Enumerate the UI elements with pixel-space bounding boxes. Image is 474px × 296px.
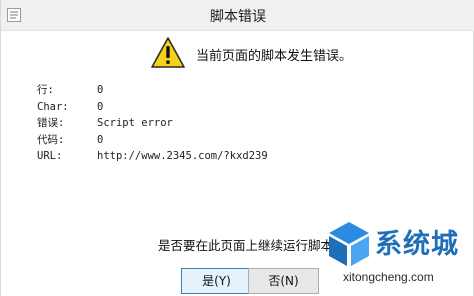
detail-row-url: URL: http://www.2345.com/?kxd239 [37,148,268,165]
detail-row-line: 行: 0 [37,82,268,99]
detail-label: 代码: [37,133,65,146]
warning-icon [151,37,185,68]
title-bar: 脚本错误 [1,0,474,31]
no-button[interactable]: 否(N) [248,268,319,294]
detail-label: URL: [37,150,63,162]
detail-row-char: Char: 0 [37,99,268,116]
detail-value: Script error [97,117,173,129]
dialog-title: 脚本错误 [210,9,266,25]
error-details: 行: 0 Char: 0 错误: Script error 代码: 0 URL: http… [37,82,268,165]
watermark-brand: 系统城 [375,229,459,260]
detail-label: Char: [37,100,69,113]
error-message: 当前页面的脚本发生错误。 [196,49,353,64]
detail-value: http://www.2345.com/?kxd239 [97,150,268,162]
watermark-site: xitongcheng.com [343,270,434,284]
yes-button[interactable]: 是(Y) [181,268,252,294]
detail-value: 0 [97,133,104,146]
detail-row-error: 错误: Script error [37,115,268,132]
continue-question: 是否要在此页面上继续运行脚本? [158,238,340,253]
watermark: 系统城 xitongcheng.com [323,216,473,294]
detail-row-code: 代码: 0 [37,132,268,149]
detail-label: 错误: [37,117,65,129]
detail-label: 行: [37,84,54,96]
watermark-logo-icon [329,222,369,266]
detail-value: 0 [97,100,104,113]
script-error-dialog: 脚本错误 当前页面的脚本发生错误。 行: 0 Char: 0 错误: Script e… [0,0,474,296]
detail-value: 0 [97,84,104,96]
